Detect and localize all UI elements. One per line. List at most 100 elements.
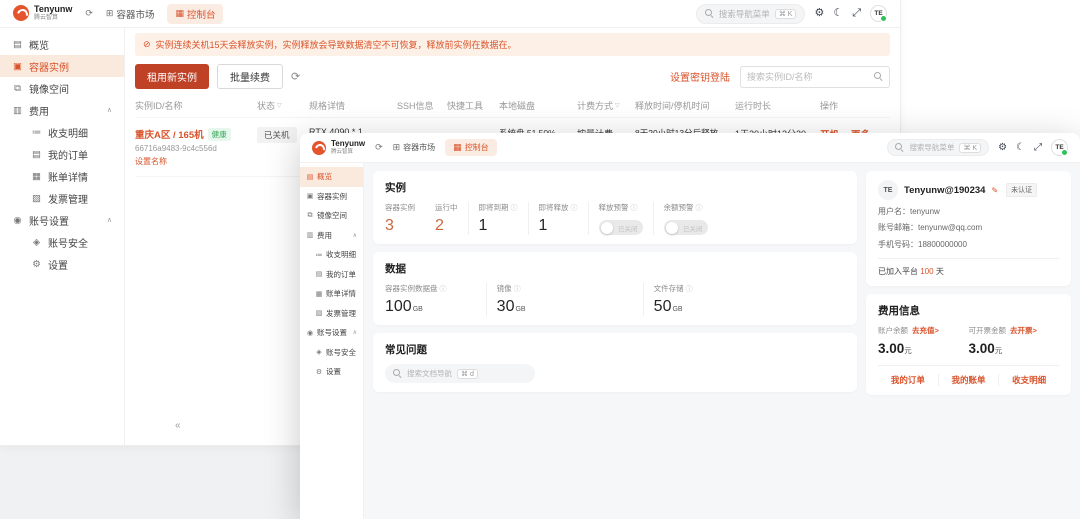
brand-logo[interactable]: Tenyunw 腾云智算 <box>312 140 365 155</box>
balance-label: 账户余额 <box>878 325 908 336</box>
sidebar-item-security[interactable]: ◈ 账号安全 <box>300 343 363 363</box>
expand-icon[interactable]: ⤢ <box>852 8 861 19</box>
brand-logo[interactable]: Tenyunw 腾云智算 <box>13 5 72 21</box>
sidebar-item-label: 账号设置 <box>317 327 347 338</box>
sidebar-item-invoice[interactable]: ▧ 发票管理 <box>300 304 363 324</box>
release-alert-toggle[interactable]: 已关闭 <box>599 220 643 235</box>
recharge-link[interactable]: 去充值> <box>912 325 939 336</box>
sidebar-item-label: 容器实例 <box>317 191 347 202</box>
avatar[interactable]: TE <box>1051 139 1068 156</box>
sidebar-item-security[interactable]: ◈ 账号安全 <box>0 231 124 253</box>
avatar: TE <box>878 180 898 200</box>
sidebar-item-label: 收支明细 <box>48 125 88 140</box>
global-search[interactable]: 搜索导航菜单 ⌘ K <box>696 4 806 24</box>
sidebar-item-overview[interactable]: ▤ 概览 <box>0 33 124 55</box>
sidebar-item-bill-detail[interactable]: ▦ 账单详情 <box>300 284 363 304</box>
tab-container-market[interactable]: ⊞ 容器市场 <box>106 7 155 21</box>
sidebar-item-orders[interactable]: ▤ 我的订单 <box>300 265 363 285</box>
orders-icon: ▤ <box>315 270 323 278</box>
release-warning-banner: ⊘ 实例连续关机15天会释放实例，实例释放会导致数据清空不可恢复，释放前实例在数… <box>135 33 890 56</box>
moon-icon[interactable]: ☾ <box>1016 143 1025 153</box>
sidebar-item-images[interactable]: ⧉ 镜像空间 <box>0 77 124 99</box>
sidebar-item-account[interactable]: ◉ 账号设置 ∧ <box>300 323 363 343</box>
stat-expiring: 即将到期ⓘ 1 <box>468 202 528 235</box>
sidebar-item-settings[interactable]: ⚙ 设置 <box>300 362 363 382</box>
set-name-link[interactable]: 设置名称 <box>135 156 167 167</box>
security-icon: ◈ <box>31 237 42 248</box>
gear-icon[interactable]: ⚙ <box>814 8 824 19</box>
joined-days-row: 已加入平台 100 天 <box>878 258 1059 277</box>
moon-icon[interactable]: ☾ <box>833 8 843 19</box>
edit-icon[interactable]: ✎ <box>991 186 998 195</box>
filter-icon[interactable]: ▽ <box>615 102 620 109</box>
col-disk: 本地磁盘 <box>499 99 577 112</box>
stat-running: 运行中 2 <box>425 202 468 235</box>
set-key-login-link[interactable]: 设置密钥登陆 <box>670 69 730 84</box>
faq-card: 常见问题 搜索文档导航 ⌘ d <box>373 333 857 392</box>
batch-renew-button[interactable]: 批量续费 <box>217 64 283 89</box>
search-shortcut-badge: ⌘ K <box>775 9 797 19</box>
search-icon <box>393 369 402 378</box>
info-icon: ⓘ <box>514 284 521 294</box>
refresh-icon[interactable]: ⟳ <box>291 70 300 83</box>
sidebar-item-images[interactable]: ⧉ 镜像空间 <box>300 206 363 226</box>
sidebar-item-settings[interactable]: ⚙ 设置 <box>0 253 124 275</box>
sidebar-item-orders[interactable]: ▤ 我的订单 <box>0 143 124 165</box>
sidebar-item-ledger[interactable]: ≔ 收支明细 <box>300 245 363 265</box>
global-search-placeholder: 搜索导航菜单 <box>909 142 954 153</box>
info-icon: ⓘ <box>571 203 578 213</box>
sidebar-item-ledger[interactable]: ≔ 收支明细 <box>0 121 124 143</box>
global-search[interactable]: 搜索导航菜单 ⌘ K <box>887 139 989 156</box>
status-badge: 已关机 <box>257 127 297 143</box>
tab-console[interactable]: ▦ 控制台 <box>445 139 497 156</box>
info-icon: ⓘ <box>686 284 693 294</box>
rent-instance-button[interactable]: 租用新实例 <box>135 64 209 89</box>
sidebar-item-label: 发票管理 <box>48 191 88 206</box>
refresh-button[interactable]: ⟳ <box>375 142 383 153</box>
sidebar-item-instances[interactable]: ▣ 容器实例 <box>300 187 363 207</box>
stat-value: 3 <box>385 217 415 235</box>
instance-search-box[interactable] <box>740 66 890 88</box>
billing-icon: ▥ <box>12 105 23 116</box>
instance-search-input[interactable] <box>747 72 874 82</box>
chevron-up-icon: ∧ <box>107 216 112 224</box>
my-orders-link[interactable]: 我的订单 <box>878 374 938 386</box>
sidebar-item-billing[interactable]: ▥ 费用 ∧ <box>300 226 363 246</box>
sidebar-item-billing[interactable]: ▥ 费用 ∧ <box>0 99 124 121</box>
refresh-button[interactable]: ⟳ <box>85 8 93 19</box>
warning-icon: ⊘ <box>143 39 151 50</box>
sidebar-item-label: 账单详情 <box>326 288 356 299</box>
sidebar-item-account[interactable]: ◉ 账号设置 ∧ <box>0 209 124 231</box>
tab-container-market[interactable]: ⊞ 容器市场 <box>393 142 436 153</box>
sidebar-item-label: 设置 <box>48 257 68 272</box>
doc-search[interactable]: 搜索文档导航 ⌘ d <box>385 364 535 383</box>
brand-subtitle: 腾云智算 <box>331 149 365 155</box>
fee-quick-links: 我的订单 我的账单 收支明细 <box>878 365 1059 386</box>
ledger-link[interactable]: 收支明细 <box>998 374 1059 386</box>
col-name: 实例ID/名称 <box>135 99 257 112</box>
gear-icon[interactable]: ⚙ <box>998 143 1007 153</box>
doc-search-shortcut-badge: ⌘ d <box>457 369 478 379</box>
sidebar-item-instances[interactable]: ▣ 容器实例 <box>0 55 124 77</box>
col-billing: 计费方式▽ <box>577 99 635 112</box>
balance-alert-toggle[interactable]: 已关闭 <box>664 220 708 235</box>
sidebar-item-bill-detail[interactable]: ▦ 账单详情 <box>0 165 124 187</box>
sidebar-item-overview[interactable]: ▤ 概览 <box>300 167 363 187</box>
data-card: 数据 容器实例数据盘ⓘ 100GB 镜像ⓘ 30GB 文件存储ⓘ 50GB <box>373 252 857 325</box>
collapse-sidebar-icon[interactable]: « <box>175 420 181 431</box>
instances-icon: ▣ <box>12 61 23 72</box>
instance-name[interactable]: 重庆A区 / 165机 健康 <box>135 127 251 141</box>
expand-icon[interactable]: ⤢ <box>1034 143 1042 153</box>
settings-icon: ⚙ <box>31 259 42 270</box>
sidebar-item-invoice[interactable]: ▧ 发票管理 <box>0 187 124 209</box>
sidebar: ▤ 概览 ▣ 容器实例 ⧉ 镜像空间 ▥ 费用 ∧ ≔ 收支明细 ▤ <box>300 163 364 519</box>
market-icon: ⊞ <box>106 8 114 19</box>
filter-icon[interactable]: ▽ <box>277 102 282 109</box>
avatar[interactable]: TE <box>870 5 887 22</box>
my-bills-link[interactable]: 我的账单 <box>938 374 999 386</box>
stat-value: 30GB <box>497 298 633 316</box>
invoice-link[interactable]: 去开票> <box>1010 325 1037 336</box>
tab-console[interactable]: ▦ 控制台 <box>167 4 223 24</box>
stat-data-disk: 容器实例数据盘ⓘ 100GB <box>385 283 486 316</box>
instances-card: 实例 容器实例 3 运行中 2 即将到期ⓘ 1 <box>373 171 857 244</box>
